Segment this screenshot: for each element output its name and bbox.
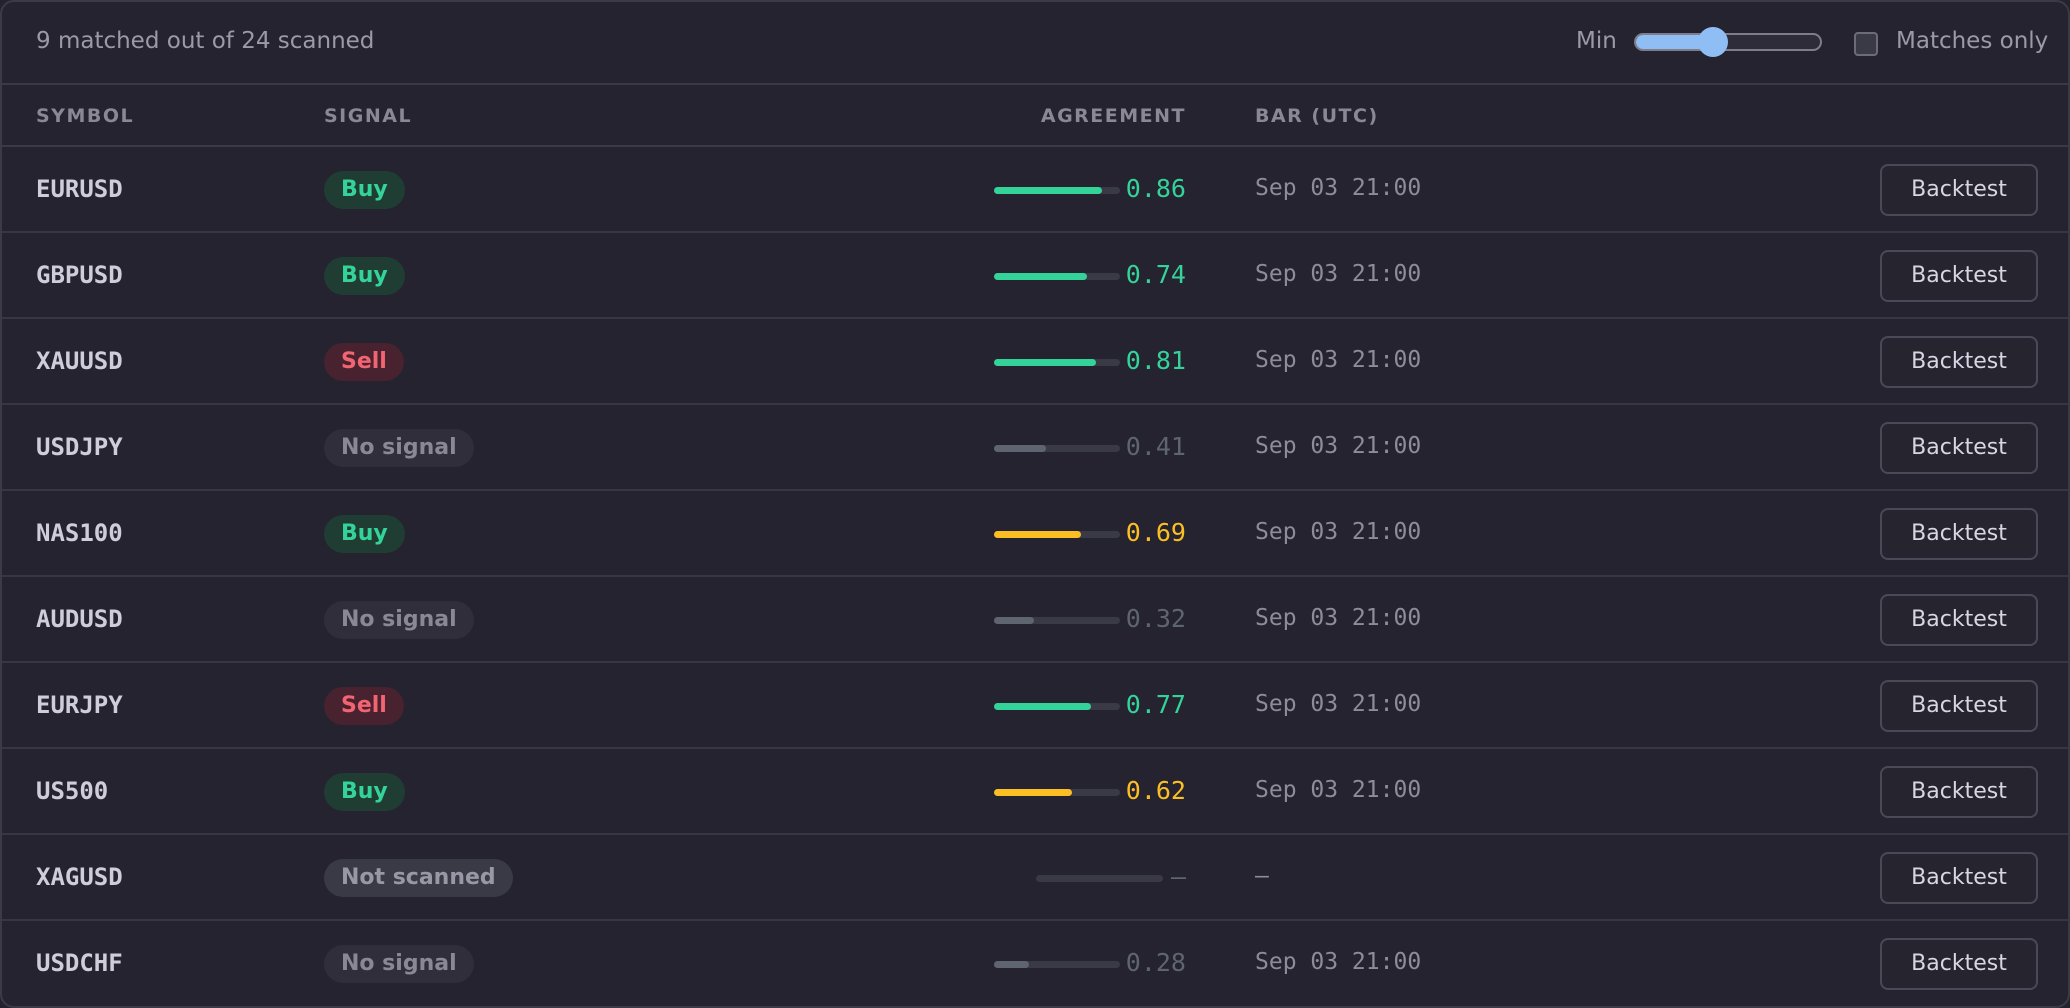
agreement-score: 0.62	[1125, 776, 1186, 805]
bar-time: Sep 03 21:00	[1255, 519, 1422, 545]
agreement-meter	[994, 617, 1120, 624]
bar-time: Sep 03 21:00	[1255, 949, 1422, 975]
symbol-cell: AUDUSD	[36, 605, 123, 633]
agreement-score: 0.74	[1125, 260, 1186, 289]
backtest-button[interactable]: Backtest	[1880, 766, 2038, 818]
agreement-score: 0.41	[1125, 432, 1186, 461]
symbol-cell: US500	[36, 777, 109, 805]
agreement-meter	[994, 789, 1120, 796]
agreement-meter-fill	[994, 703, 1092, 710]
agreement-score: 0.32	[1125, 604, 1186, 633]
symbol-cell: NAS100	[36, 519, 123, 547]
agreement-meter-fill	[994, 187, 1103, 194]
signal-badge: No signal	[324, 601, 474, 639]
agreement-meter	[994, 703, 1120, 710]
table-row: NAS100 Buy 0.69 Sep 03 21:00 Backtest	[2, 491, 2068, 577]
agreement-meter	[994, 961, 1120, 968]
symbol-cell: GBPUSD	[36, 261, 123, 289]
matches-only-label[interactable]: Matches only	[1896, 28, 2048, 54]
backtest-button[interactable]: Backtest	[1880, 852, 2038, 904]
table-row: USDJPY No signal 0.41 Sep 03 21:00 Backtest	[2, 405, 2068, 491]
table-row: USDCHF No signal 0.28 Sep 03 21:00 Backtest	[2, 921, 2068, 1006]
symbol-cell: EURJPY	[36, 691, 123, 719]
agreement-score: 0.77	[1125, 690, 1186, 719]
bar-time: Sep 03 21:00	[1255, 777, 1422, 803]
agreement-meter-fill	[994, 445, 1046, 452]
scanner-panel: 9 matched out of 24 scanned Min Matches …	[0, 0, 2070, 1008]
scan-summary: 9 matched out of 24 scanned	[36, 28, 375, 54]
table-header: SYMBOL SIGNAL AGREEMENT BAR (UTC)	[2, 85, 2068, 147]
signal-badge: No signal	[324, 429, 474, 467]
symbol-cell: USDCHF	[36, 949, 123, 977]
bar-time: Sep 03 21:00	[1255, 261, 1422, 287]
agreement-meter-fill	[994, 789, 1073, 796]
column-bar-utc[interactable]: BAR (UTC)	[1255, 105, 1379, 127]
column-symbol[interactable]: SYMBOL	[36, 105, 134, 127]
agreement-score: —	[1170, 862, 1186, 891]
min-agreement-slider[interactable]	[1634, 27, 1822, 57]
table-row: US500 Buy 0.62 Sep 03 21:00 Backtest	[2, 749, 2068, 835]
slider-thumb[interactable]	[1698, 27, 1729, 57]
backtest-button[interactable]: Backtest	[1880, 250, 2038, 302]
bar-time: Sep 03 21:00	[1255, 347, 1422, 373]
signal-badge: Buy	[324, 773, 405, 811]
signal-badge: Not scanned	[324, 859, 513, 897]
toolbar: 9 matched out of 24 scanned Min Matches …	[2, 2, 2068, 85]
backtest-button[interactable]: Backtest	[1880, 594, 2038, 646]
signal-badge: No signal	[324, 945, 474, 983]
signal-badge: Sell	[324, 687, 404, 725]
backtest-button[interactable]: Backtest	[1880, 680, 2038, 732]
table-body: EURUSD Buy 0.86 Sep 03 21:00 Backtest GBPUSD B…	[2, 147, 2068, 1006]
table-row: EURJPY Sell 0.77 Sep 03 21:00 Backtest	[2, 663, 2068, 749]
backtest-button[interactable]: Backtest	[1880, 336, 2038, 388]
backtest-button[interactable]: Backtest	[1880, 508, 2038, 560]
symbol-cell: EURUSD	[36, 175, 123, 203]
agreement-meter	[994, 359, 1120, 366]
agreement-meter	[994, 187, 1120, 194]
backtest-button[interactable]: Backtest	[1880, 938, 2038, 990]
agreement-meter-fill	[994, 531, 1081, 538]
bar-time: Sep 03 21:00	[1255, 605, 1422, 631]
table-row: EURUSD Buy 0.86 Sep 03 21:00 Backtest	[2, 147, 2068, 233]
agreement-score: 0.86	[1125, 174, 1186, 203]
signal-badge: Buy	[324, 171, 405, 209]
agreement-meter-fill	[994, 359, 1097, 366]
column-agreement[interactable]: AGREEMENT	[1041, 105, 1186, 127]
table-row: XAUUSD Sell 0.81 Sep 03 21:00 Backtest	[2, 319, 2068, 405]
min-label: Min	[1576, 28, 1617, 54]
agreement-score: 0.28	[1125, 948, 1186, 977]
agreement-score: 0.69	[1125, 518, 1186, 547]
table-row: AUDUSD No signal 0.32 Sep 03 21:00 Backtest	[2, 577, 2068, 663]
backtest-button[interactable]: Backtest	[1880, 164, 2038, 216]
signal-badge: Buy	[324, 257, 405, 295]
agreement-meter	[994, 531, 1120, 538]
bar-time: —	[1255, 863, 1269, 889]
bar-time: Sep 03 21:00	[1255, 175, 1422, 201]
agreement-meter-fill	[994, 273, 1088, 280]
agreement-meter	[994, 445, 1120, 452]
signal-badge: Sell	[324, 343, 404, 381]
agreement-score: 0.81	[1125, 346, 1186, 375]
bar-time: Sep 03 21:00	[1255, 433, 1422, 459]
matches-only-checkbox[interactable]	[1854, 32, 1878, 56]
column-signal[interactable]: SIGNAL	[324, 105, 412, 127]
agreement-meter	[994, 273, 1120, 280]
table-row: GBPUSD Buy 0.74 Sep 03 21:00 Backtest	[2, 233, 2068, 319]
agreement-meter-fill	[994, 961, 1030, 968]
table-row: XAGUSD Not scanned — — Backtest	[2, 835, 2068, 921]
backtest-button[interactable]: Backtest	[1880, 422, 2038, 474]
bar-time: Sep 03 21:00	[1255, 691, 1422, 717]
symbol-cell: XAGUSD	[36, 863, 123, 891]
agreement-meter	[1036, 875, 1163, 882]
symbol-cell: USDJPY	[36, 433, 123, 461]
symbol-cell: XAUUSD	[36, 347, 123, 375]
agreement-meter-fill	[994, 617, 1035, 624]
signal-badge: Buy	[324, 515, 405, 553]
